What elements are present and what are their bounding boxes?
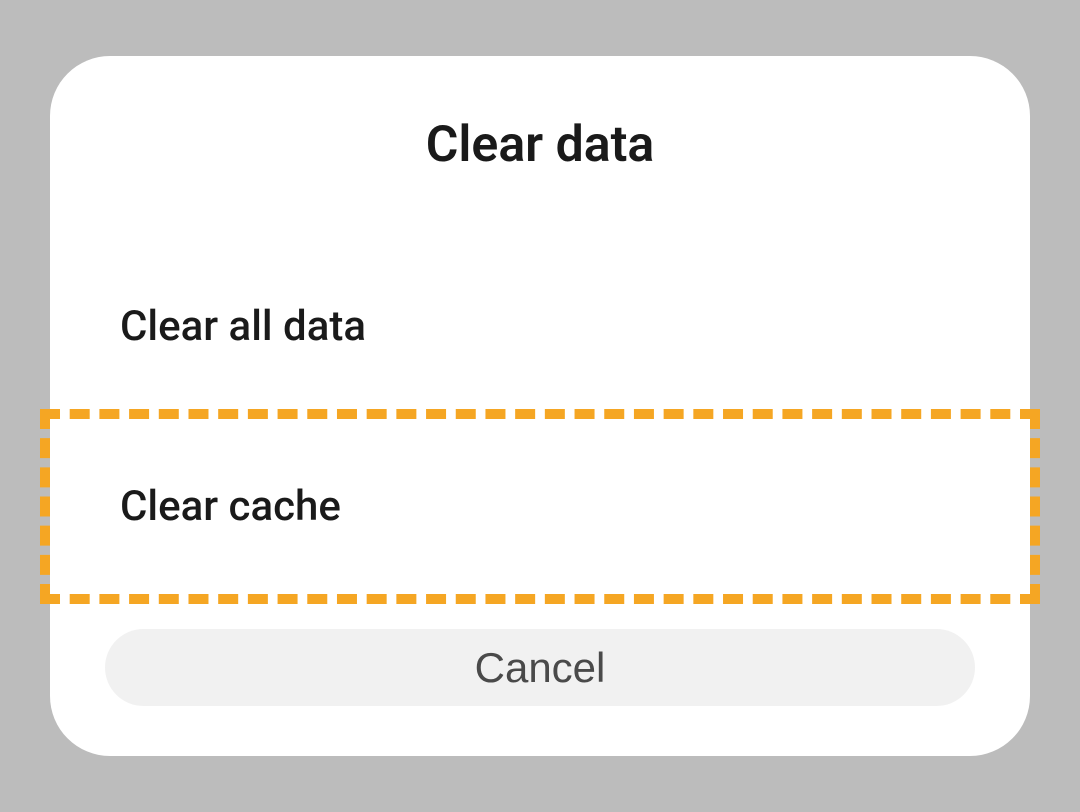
clear-cache-option[interactable]: Clear cache: [50, 444, 1030, 569]
clear-data-dialog: Clear data Clear all data Clear cache Ca…: [50, 56, 1030, 756]
option-label: Clear all data: [120, 302, 366, 351]
options-list: Clear all data Clear cache: [50, 264, 1030, 569]
option-label: Clear cache: [120, 482, 341, 531]
dialog-title: Clear data: [50, 116, 1030, 174]
cancel-button[interactable]: Cancel: [105, 629, 975, 706]
cancel-label: Cancel: [475, 644, 606, 692]
clear-all-data-option[interactable]: Clear all data: [50, 264, 1030, 389]
